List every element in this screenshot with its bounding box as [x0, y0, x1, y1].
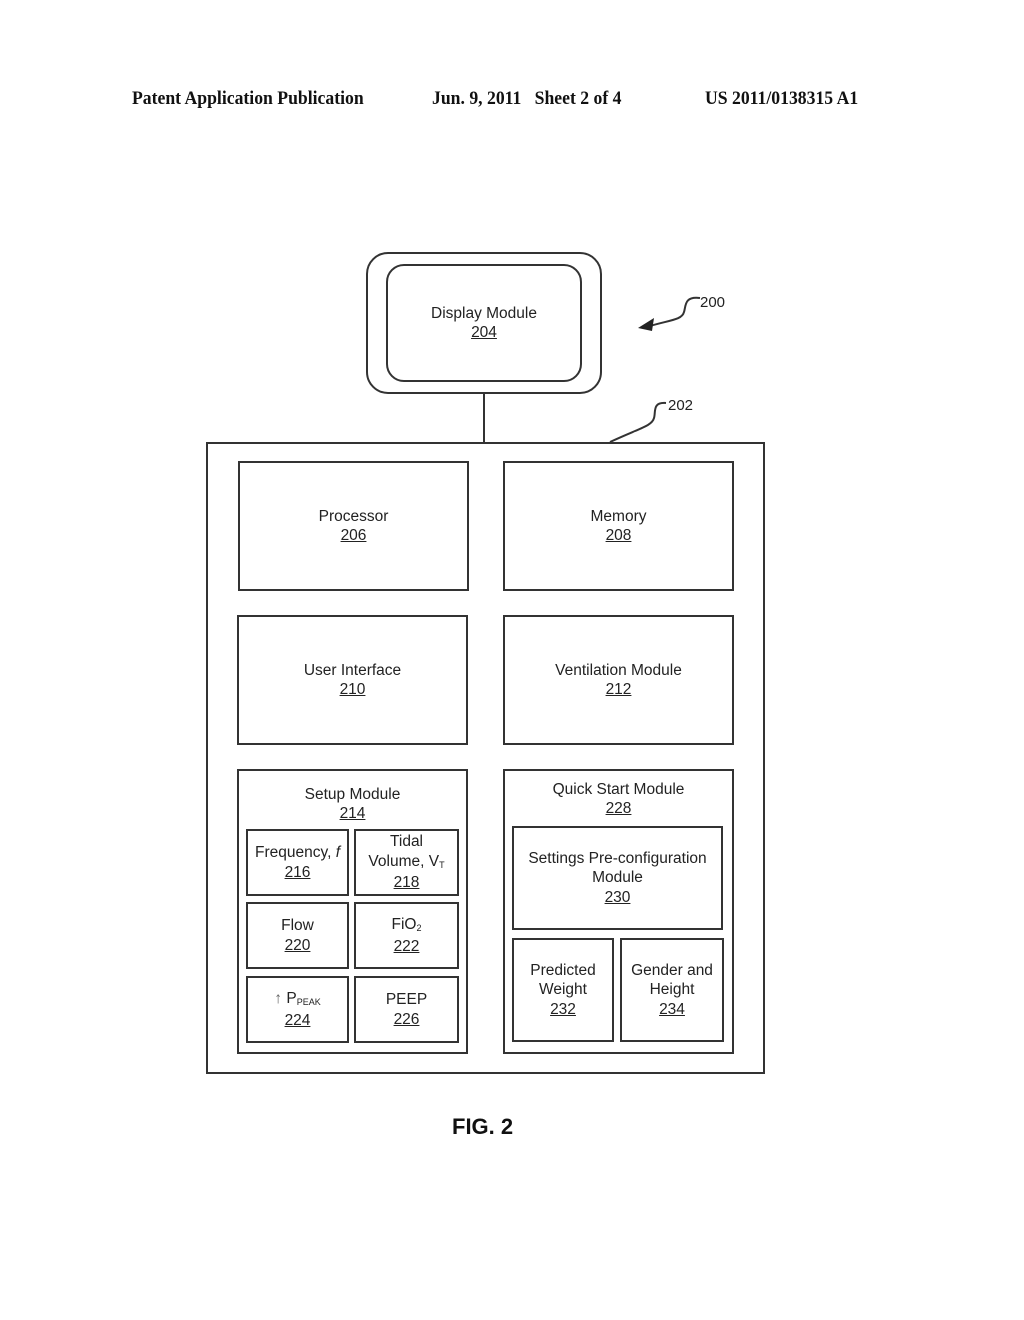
- user-interface-label: User Interface: [303, 661, 402, 679]
- settings-preconfiguration-box: Settings Pre-configuration Module 230: [512, 826, 723, 930]
- tidal-volume-label-line1: Tidal: [389, 833, 424, 851]
- frequency-box: Frequency, f 216: [246, 829, 349, 896]
- display-module: Display Module 204: [386, 264, 582, 382]
- memory-number: 208: [605, 527, 632, 544]
- arrowhead-200: [638, 318, 654, 331]
- settings-preconfiguration-label-line1: Settings Pre-configuration: [528, 849, 707, 867]
- leader-202: [609, 401, 667, 443]
- display-module-number: 204: [471, 324, 497, 341]
- processor-number: 206: [340, 527, 367, 544]
- flow-number: 220: [284, 936, 311, 954]
- ppeak-number: 224: [284, 1011, 311, 1029]
- tidal-volume-label-line2: Volume, VT: [368, 852, 445, 870]
- memory-box: Memory 208: [503, 461, 734, 591]
- gender-height-number: 234: [659, 1000, 685, 1018]
- processor-box: Processor 206: [238, 461, 469, 591]
- setup-module-number: 214: [339, 805, 366, 822]
- quick-start-module-number: 228: [605, 800, 632, 817]
- tidal-volume-number: 218: [393, 874, 420, 892]
- ventilation-module-box: Ventilation Module 212: [503, 615, 734, 745]
- display-module-label: Display Module: [431, 304, 537, 322]
- peep-label: PEEP: [385, 991, 428, 1008]
- tidal-volume-box: Tidal Volume, VT 218: [354, 829, 459, 896]
- fio2-box: FiO2 222: [354, 902, 459, 969]
- setup-module-header: Setup Module 214: [237, 783, 468, 825]
- predicted-weight-label-line2: Weight: [539, 981, 587, 999]
- frequency-number: 216: [284, 863, 311, 881]
- settings-preconfiguration-label-line2: Module: [592, 869, 643, 887]
- ppeak-box: ↑ PPEAK 224: [246, 976, 349, 1043]
- up-arrow-icon: ↑: [274, 990, 283, 1007]
- user-interface-box: User Interface 210: [237, 615, 468, 745]
- processor-label: Processor: [318, 507, 389, 525]
- memory-label: Memory: [590, 507, 647, 525]
- predicted-weight-number: 232: [550, 1000, 576, 1018]
- ref-label-200: 200: [700, 294, 726, 311]
- peep-box: PEEP 226: [354, 976, 459, 1043]
- ventilation-module-label: Ventilation Module: [555, 661, 682, 679]
- predicted-weight-label-line1: Predicted: [530, 961, 596, 979]
- fio2-number: 222: [393, 937, 420, 955]
- quick-start-module-header: Quick Start Module 228: [503, 778, 734, 820]
- flow-label: Flow: [281, 917, 314, 934]
- figure-label: FIG. 2: [452, 1114, 514, 1139]
- setup-module-label: Setup Module: [304, 785, 401, 803]
- ppeak-label: ↑ PPEAK: [274, 990, 321, 1007]
- gender-height-label-line1: Gender and: [631, 961, 713, 979]
- frequency-label: Frequency, f: [254, 844, 340, 861]
- peep-number: 226: [393, 1010, 420, 1028]
- settings-preconfiguration-number: 230: [604, 888, 631, 906]
- quick-start-module-label: Quick Start Module: [552, 780, 685, 798]
- ref-label-202: 202: [668, 397, 694, 414]
- leader-200: [649, 296, 701, 327]
- user-interface-number: 210: [339, 681, 366, 698]
- ventilation-module-number: 212: [605, 681, 632, 698]
- fio2-label: FiO2: [391, 916, 422, 933]
- flow-box: Flow 220: [246, 902, 349, 969]
- gender-height-label-line2: Height: [649, 981, 695, 999]
- predicted-weight-box: Predicted Weight 232: [512, 938, 614, 1042]
- gender-height-box: Gender and Height 234: [620, 938, 724, 1042]
